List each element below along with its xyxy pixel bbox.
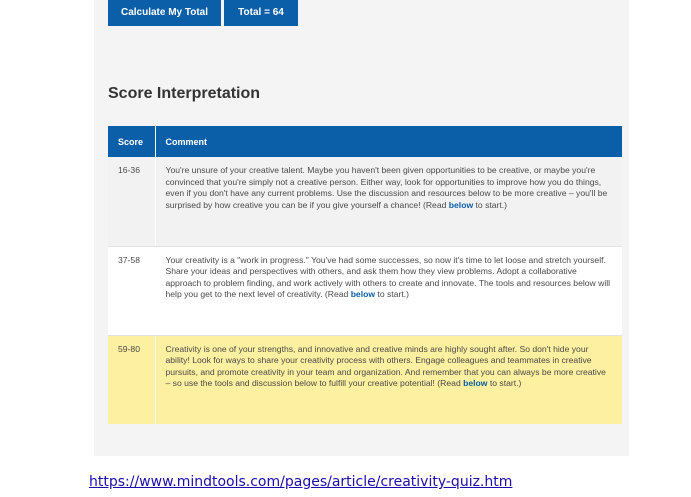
score-cell: 37-58 — [108, 246, 156, 336]
calculate-total-button[interactable]: Calculate My Total — [108, 0, 221, 26]
header-comment: Comment — [155, 126, 622, 157]
table-row: 16-36 You're unsure of your creative tal… — [108, 157, 622, 247]
below-link[interactable]: below — [351, 289, 375, 299]
button-row: Calculate My Total Total = 64 — [108, 0, 298, 26]
score-table: Score Comment 16-36 You're unsure of you… — [108, 126, 622, 424]
comment-cell: Your creativity is a "work in progress."… — [155, 246, 622, 336]
comment-text: You're unsure of your creative talent. M… — [165, 165, 608, 210]
below-link[interactable]: below — [449, 200, 473, 210]
total-button[interactable]: Total = 64 — [224, 0, 298, 26]
comment-tail: to start.) — [375, 289, 409, 300]
comment-cell: Creativity is one of your strengths, and… — [155, 335, 622, 424]
section-title: Score Interpretation — [108, 85, 261, 102]
source-url-link[interactable]: https://www.mindtools.com/pages/article/… — [89, 474, 512, 490]
score-cell: 59-80 — [108, 335, 156, 424]
score-cell: 16-36 — [108, 157, 156, 247]
comment-text: Creativity is one of your strengths, and… — [165, 343, 606, 389]
header-score: Score — [108, 126, 156, 157]
comment-tail: to start.) — [487, 378, 522, 389]
table-row: 59-80 Creativity is one of your strength… — [108, 335, 622, 424]
comment-cell: You're unsure of your creative talent. M… — [155, 157, 622, 247]
below-link[interactable]: below — [463, 378, 487, 388]
table-header-row: Score Comment — [108, 126, 622, 157]
table-row: 37-58 Your creativity is a "work in prog… — [108, 246, 622, 336]
comment-tail: to start.) — [473, 199, 508, 210]
